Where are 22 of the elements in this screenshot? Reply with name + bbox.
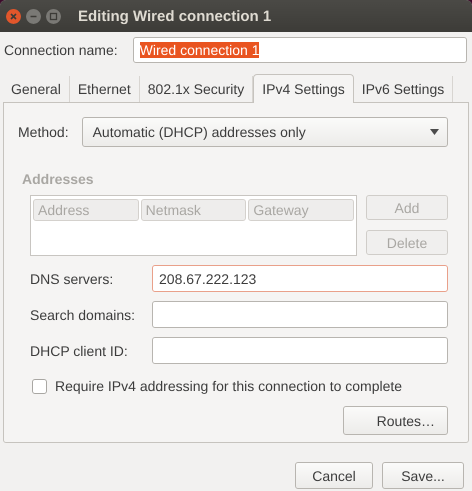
dialog-button[interactable]: Save... <box>382 462 464 489</box>
input-field[interactable]: 208.67.222.123 <box>152 265 448 292</box>
dialog-button[interactable]: Cancel <box>295 462 373 489</box>
maximize-icon[interactable] <box>46 8 61 24</box>
field-label: DNS servers: <box>30 270 114 286</box>
checkbox[interactable] <box>32 378 47 394</box>
caret-icon <box>430 129 439 135</box>
connection-name-field[interactable]: Wired connection 1 <box>132 37 467 63</box>
field-label: Search domains: <box>30 306 136 322</box>
field-label: Method: <box>18 124 69 140</box>
input-field[interactable] <box>152 301 448 328</box>
tab[interactable]: IPv4 Settings <box>253 74 354 103</box>
method-dropdown[interactable]: Automatic (DHCP) addresses only <box>82 117 448 147</box>
minimize-icon[interactable] <box>26 8 41 24</box>
field-label: DHCP client ID: <box>30 342 129 358</box>
field-label: Connection name: <box>4 42 118 58</box>
input-field[interactable] <box>152 337 448 364</box>
section-heading: Addresses <box>22 171 94 187</box>
close-icon[interactable] <box>6 8 21 24</box>
window-title: Editing Wired connection 1 <box>78 8 272 24</box>
routes-button[interactable]: Routes… <box>343 406 448 435</box>
checkbox-label: Require IPv4 addressing for this connection to complete <box>55 378 402 394</box>
